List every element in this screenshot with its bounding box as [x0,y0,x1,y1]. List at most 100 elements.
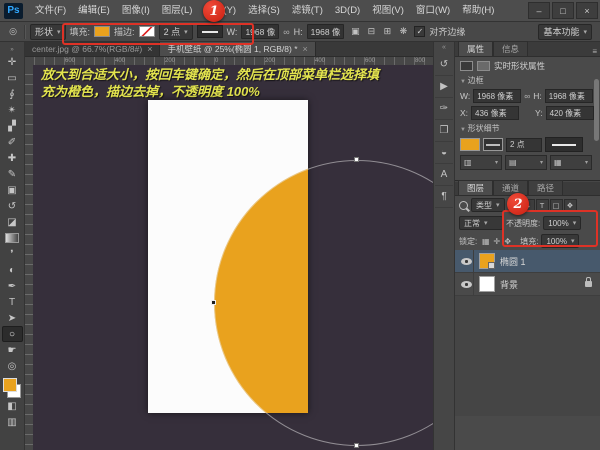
tab-channels[interactable]: 通道 [493,180,528,195]
opacity-field[interactable]: 100% [543,216,581,230]
stroke-width-select[interactable]: 2 点 [159,24,193,40]
filter-type-select[interactable]: 类型 [471,198,505,212]
menu-item[interactable]: 帮助(H) [456,0,500,22]
actions-panel-icon[interactable]: ▶ [435,76,453,98]
lock-option-icon[interactable]: ✥ [502,236,513,247]
ellipse-tool[interactable]: ○ [2,326,23,342]
healing-brush-tool[interactable]: ✚ [2,150,23,166]
canvas-pasteboard[interactable]: 放大到合适大小，按回车键确定，然后在顶部菜单栏选择填 充为橙色，描边去掉，不透明… [33,65,433,450]
maximize-button[interactable]: □ [552,2,574,19]
clone-source-panel-icon[interactable]: ❐ [435,120,453,142]
layer-name[interactable]: 椭圆 1 [500,255,526,268]
align-edges-checkbox[interactable] [414,26,425,37]
hand-tool[interactable]: ☛ [2,342,23,358]
type-tool[interactable]: T [2,294,23,310]
path-selection-tool[interactable]: ➤ [2,310,23,326]
link-dimensions-icon[interactable]: ∞ [283,27,289,37]
layer-row-ellipse[interactable]: 椭圆 1 [455,250,600,273]
document-canvas[interactable] [148,100,308,413]
path-anchor-bottom[interactable] [354,443,359,448]
menu-item[interactable]: 图像(I) [116,0,156,22]
menu-item[interactable]: 视图(V) [366,0,410,22]
path-anchor-top[interactable] [354,157,359,162]
pen-tool[interactable]: ✒ [2,278,23,294]
quick-selection-tool[interactable]: ✴ [2,102,23,118]
stroke-color-swatch[interactable] [139,26,155,37]
history-panel-icon[interactable]: ↺ [435,54,453,76]
tab-layers[interactable]: 图层 [458,180,493,195]
zoom-tool[interactable]: ◎ [2,358,23,374]
menu-item[interactable]: 编辑(E) [72,0,116,22]
panel-menu-icon[interactable]: ≡ [592,47,597,56]
menu-item[interactable]: 滤镜(T) [286,0,329,22]
lock-option-icon[interactable]: ✛ [491,236,502,247]
close-tab-icon[interactable]: × [303,44,308,54]
shape-settings-gear-icon[interactable]: ❋ [396,25,410,39]
dodge-tool[interactable]: ◐ [2,262,23,278]
close-tab-icon[interactable]: × [147,44,152,54]
stroke-option-select[interactable]: ▤ [505,155,547,170]
fill-opacity-field[interactable]: 100% [541,234,579,248]
properties-scrollbar[interactable] [594,79,599,141]
history-brush-tool[interactable]: ↺ [2,198,23,214]
minimize-button[interactable]: – [528,2,550,19]
clone-stamp-tool[interactable]: ▣ [2,182,23,198]
eraser-tool[interactable]: ◪ [2,214,23,230]
lock-option-icon[interactable]: ▦ [480,236,491,247]
stroke-option-select[interactable]: ▥ [460,155,502,170]
quick-mask-mode-icon[interactable]: ◧ [2,398,23,414]
prop-stroke-type-select[interactable] [545,137,583,152]
prop-x-field[interactable]: 436 像素 [471,106,519,120]
visibility-cell[interactable] [459,273,474,295]
prop-width-field[interactable]: 1968 像素 [473,89,521,103]
tool-mode-select[interactable]: 形状 [30,24,66,40]
stroke-type-select[interactable] [197,25,223,38]
blur-tool[interactable]: ❜ [2,246,23,262]
eye-icon[interactable] [461,258,472,265]
path-operations-icon[interactable]: ▣ [348,25,362,39]
move-tool[interactable]: ✛ [2,54,23,70]
screen-mode-icon[interactable]: ▥ [2,414,23,430]
path-arrange-icon[interactable]: ⊞ [380,25,394,39]
tab-paths[interactable]: 路径 [528,180,563,195]
eye-icon[interactable] [461,281,472,288]
foreground-color-swatch[interactable] [3,378,17,392]
fill-color-swatch[interactable] [94,26,110,37]
layer-filter-icon[interactable]: ▢ [550,199,563,212]
prop-fill-swatch[interactable] [460,138,480,151]
layer-row-background[interactable]: 背景 [455,273,600,296]
visibility-cell[interactable] [459,250,474,272]
brush-presets-panel-icon[interactable]: ✑ [435,98,453,120]
layer-thumbnail[interactable] [479,276,495,292]
prop-height-field[interactable]: 1968 像素 [545,89,593,103]
prop-stroke-width-field[interactable]: 2 点 [506,138,542,152]
path-align-icon[interactable]: ⊟ [364,25,378,39]
prop-link-icon[interactable]: ∞ [524,91,530,101]
workspace-select[interactable]: 基本功能 [538,24,592,40]
marquee-tool[interactable]: ▭ [2,70,23,86]
shape-width-field[interactable]: 1968 像 [241,24,279,39]
menu-item[interactable]: 窗口(W) [410,0,456,22]
blend-mode-select[interactable]: 正常 [459,216,503,230]
menu-item[interactable]: 文件(F) [29,0,72,22]
layer-thumbnail[interactable] [479,253,495,269]
gradient-tool[interactable] [2,230,23,246]
toolbar-collapse-icon[interactable]: » [10,46,13,54]
menu-item[interactable]: 选择(S) [242,0,286,22]
brush-tool[interactable]: ✎ [2,166,23,182]
layer-filter-icon[interactable]: T [536,199,549,212]
tab-info[interactable]: 信息 [493,41,528,56]
layer-name[interactable]: 背景 [500,278,518,291]
path-anchor-left[interactable] [211,300,216,305]
prop-stroke-swatch[interactable] [483,138,503,151]
stroke-option-select[interactable]: ▦ [550,155,592,170]
close-button[interactable]: × [576,2,598,19]
orange-ellipse-shape[interactable] [214,160,308,413]
menu-item[interactable]: 3D(D) [329,0,366,22]
prop-y-field[interactable]: 420 像素 [546,106,594,120]
character-panel-icon[interactable]: A [435,164,453,186]
document-tab-wallpaper[interactable]: 手机壁纸 @ 25%(椭圆 1, RGB/8) * × [160,42,315,56]
transform-section-label[interactable]: 边框 [460,75,595,86]
tool-preset-ellipse-icon[interactable]: ◎ [6,25,20,39]
adjustments-panel-icon[interactable]: ◒ [435,142,453,164]
